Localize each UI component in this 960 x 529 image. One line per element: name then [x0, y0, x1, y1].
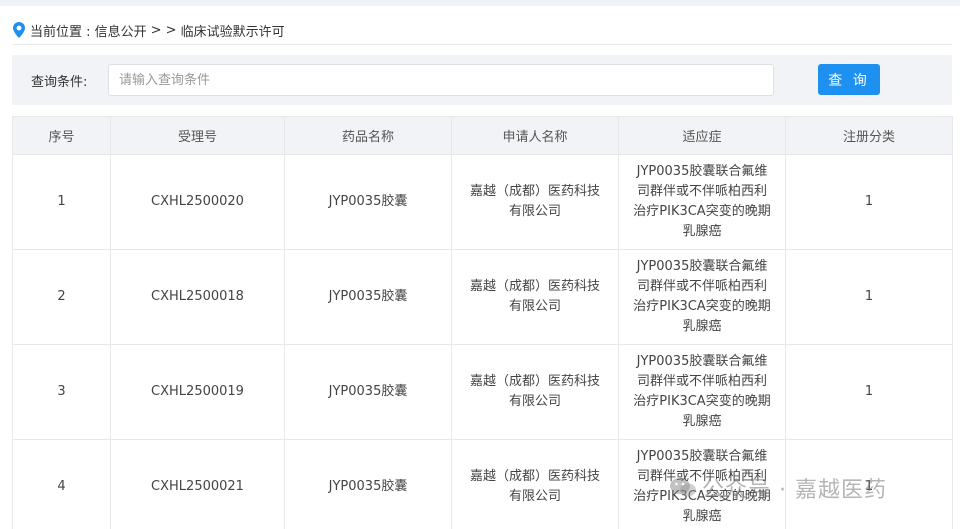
cell-accept-no: CXHL2500020 — [110, 154, 285, 250]
breadcrumb: 当前位置 : 信息公开 > > 临床试验默示许可 — [12, 20, 285, 40]
cell-category: 1 — [785, 439, 953, 529]
cell-index: 4 — [12, 439, 111, 529]
cell-applicant: 嘉越（成都）医药科技有限公司 — [451, 439, 619, 529]
table-row: 3 CXHL2500019 JYP0035胶囊 嘉越（成都）医药科技有限公司 J… — [12, 344, 953, 440]
table-header-row: 序号 受理号 药品名称 申请人名称 适应症 注册分类 — [12, 116, 953, 155]
column-header-applicant: 申请人名称 — [451, 116, 619, 155]
breadcrumb-separator: > > — [150, 22, 177, 38]
cell-indication: JYP0035胶囊联合氟维司群伴或不伴哌柏西利治疗PIK3CA突变的晚期乳腺癌 — [618, 154, 786, 250]
cell-index: 3 — [12, 344, 111, 440]
cell-applicant: 嘉越（成都）医药科技有限公司 — [451, 249, 619, 345]
column-header-accept-no: 受理号 — [110, 116, 285, 155]
results-table: 序号 受理号 药品名称 申请人名称 适应症 注册分类 1 CXHL2500020… — [12, 116, 953, 529]
table-row: 1 CXHL2500020 JYP0035胶囊 嘉越（成都）医药科技有限公司 J… — [12, 154, 953, 250]
cell-index: 2 — [12, 249, 111, 345]
breadcrumb-current: 临床试验默示许可 — [180, 24, 285, 40]
cell-indication: JYP0035胶囊联合氟维司群伴或不伴哌柏西利治疗PIK3CA突变的晚期乳腺癌 — [618, 439, 786, 529]
column-header-indication: 适应症 — [618, 116, 786, 155]
table-row: 2 CXHL2500018 JYP0035胶囊 嘉越（成都）医药科技有限公司 J… — [12, 249, 953, 345]
cell-accept-no: CXHL2500018 — [110, 249, 285, 345]
search-label: 查询条件: — [31, 75, 88, 90]
cell-applicant: 嘉越（成都）医药科技有限公司 — [451, 344, 619, 440]
cell-applicant: 嘉越（成都）医药科技有限公司 — [451, 154, 619, 250]
cell-indication: JYP0035胶囊联合氟维司群伴或不伴哌柏西利治疗PIK3CA突变的晚期乳腺癌 — [618, 344, 786, 440]
cell-drug: JYP0035胶囊 — [284, 439, 452, 529]
cell-accept-no: CXHL2500021 — [110, 439, 285, 529]
search-button[interactable]: 查 询 — [818, 64, 880, 95]
cell-drug: JYP0035胶囊 — [284, 249, 452, 345]
search-bar: 查询条件: 查 询 — [12, 55, 952, 105]
cell-accept-no: CXHL2500019 — [110, 344, 285, 440]
location-pin-icon — [13, 22, 25, 38]
cell-drug: JYP0035胶囊 — [284, 344, 452, 440]
column-header-index: 序号 — [12, 116, 111, 155]
cell-category: 1 — [785, 344, 953, 440]
column-header-drug: 药品名称 — [284, 116, 452, 155]
cell-category: 1 — [785, 249, 953, 345]
cell-category: 1 — [785, 154, 953, 250]
table-row: 4 CXHL2500021 JYP0035胶囊 嘉越（成都）医药科技有限公司 J… — [12, 439, 953, 529]
cell-index: 1 — [12, 154, 111, 250]
cell-indication: JYP0035胶囊联合氟维司群伴或不伴哌柏西利治疗PIK3CA突变的晚期乳腺癌 — [618, 249, 786, 345]
cell-drug: JYP0035胶囊 — [284, 154, 452, 250]
header-divider — [12, 44, 952, 45]
column-header-category: 注册分类 — [785, 116, 953, 155]
top-strip — [0, 0, 960, 6]
breadcrumb-prefix[interactable]: 当前位置 : 信息公开 — [30, 21, 147, 40]
search-input[interactable] — [108, 64, 774, 96]
